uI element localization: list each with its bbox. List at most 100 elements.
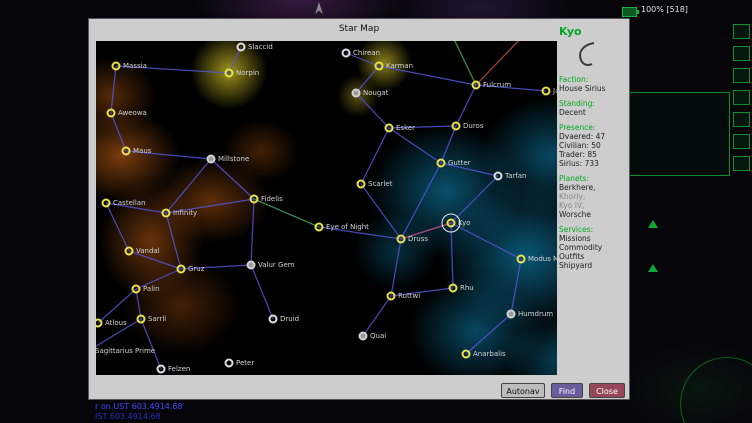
hyperlane	[466, 314, 511, 354]
hyperlane	[111, 66, 116, 113]
hud-slot[interactable]	[733, 46, 750, 61]
hyperlane	[166, 159, 211, 213]
map-system-label-maus: Maus	[133, 147, 151, 155]
hud-slot[interactable]	[733, 24, 750, 39]
hyperlane	[251, 199, 254, 265]
map-system-quai[interactable]	[359, 332, 368, 341]
map-system-esker[interactable]	[385, 124, 394, 133]
autonav-button[interactable]: Autonav	[501, 383, 545, 398]
hyperlane	[391, 239, 401, 296]
map-system-valur-gem[interactable]	[247, 261, 256, 270]
map-system-felzen[interactable]	[157, 365, 166, 374]
star-map-window: Star Map MassiaSlaccidNorpinChireanKarma…	[88, 18, 630, 400]
map-system-label-chirean: Chirean	[353, 49, 380, 57]
system-info-panel: Kyo Faction: House Sirius Standing: Dece…	[559, 25, 629, 270]
planet-entry: Kyo IV,	[559, 201, 629, 210]
map-system-label-fulcrum: Fulcrum	[483, 81, 511, 89]
hud-slot[interactable]	[733, 68, 750, 83]
map-system-maus[interactable]	[122, 147, 131, 156]
map-system-label-eye-of-night: Eye of Night	[326, 223, 369, 231]
service-entry: Outfits	[559, 252, 629, 261]
map-system-gruz[interactable]	[177, 265, 186, 274]
hyperlane	[441, 126, 456, 163]
map-system-label-infinity: Infinity	[173, 209, 197, 217]
map-system-karman[interactable]	[375, 62, 384, 71]
map-system-chirean[interactable]	[342, 49, 351, 58]
map-system-druid[interactable]	[269, 315, 278, 324]
map-system-eye-of-night[interactable]	[315, 223, 324, 232]
hud-slot[interactable]	[733, 134, 750, 149]
map-system-rhu[interactable]	[449, 284, 458, 293]
log-message-2: IST 603.4914.68	[95, 412, 161, 421]
map-system-label-jac: Jac	[553, 87, 557, 95]
map-system-atlous[interactable]	[96, 319, 103, 328]
map-system-duros[interactable]	[452, 122, 461, 131]
map-system-tarfan[interactable]	[494, 172, 503, 181]
hyperlane	[456, 85, 476, 126]
log-message-1: r on UST 603.4914.68	[95, 402, 183, 411]
map-system-fulcrum[interactable]	[472, 81, 481, 90]
close-button[interactable]: Close	[589, 383, 625, 398]
map-system-gutter[interactable]	[437, 159, 446, 168]
hud-slot[interactable]	[733, 112, 750, 127]
map-system-sarrli[interactable]	[137, 315, 146, 324]
hyperlane	[106, 203, 129, 251]
hyperlane	[141, 319, 161, 369]
presence-entry: Sirius: 733	[559, 159, 629, 168]
planets-list: Berkhere,Khorly,Kyo IV,Worsche	[559, 183, 629, 219]
map-system-anarbalis[interactable]	[462, 350, 471, 359]
map-system-humdrum[interactable]	[507, 310, 516, 319]
hyperlane	[451, 223, 521, 259]
map-system-vandal[interactable]	[125, 247, 134, 256]
map-system-label-tarfan: Tarfan	[505, 172, 526, 180]
map-system-label-millstone: Millstone	[218, 155, 249, 163]
map-system-ruttwi[interactable]	[387, 292, 396, 301]
hud-slot[interactable]	[733, 156, 750, 171]
window-title: Star Map	[89, 24, 629, 34]
map-system-label-valur-gem: Valur Gem	[258, 261, 295, 269]
hud-slot[interactable]	[733, 90, 750, 105]
map-system-infinity[interactable]	[162, 209, 171, 218]
map-system-jac[interactable]	[542, 87, 551, 96]
planet-entry: Worsche	[559, 210, 629, 219]
map-system-scarlet[interactable]	[357, 180, 366, 189]
map-system-aweowa[interactable]	[107, 109, 116, 118]
map-system-label-druss: Druss	[408, 235, 428, 243]
presence-label: Presence:	[559, 123, 629, 132]
player-ship-icon	[313, 2, 325, 14]
presence-entry: Civilian: 50	[559, 141, 629, 150]
map-system-modus-m[interactable]	[517, 255, 526, 264]
selected-system-name: Kyo	[559, 25, 629, 38]
hyperlane	[356, 93, 389, 128]
find-button[interactable]: Find	[551, 383, 583, 398]
map-system-label-nougat: Nougat	[363, 89, 388, 97]
star-map[interactable]: MassiaSlaccidNorpinChireanKarmanFulcrumJ…	[96, 41, 557, 375]
hyperlane	[166, 213, 181, 269]
map-system-label-karman: Karman	[386, 62, 413, 70]
map-system-massia[interactable]	[112, 62, 121, 71]
faction-label: Faction:	[559, 75, 629, 84]
map-system-label-rhu: Rhu	[460, 284, 474, 292]
game-screen: 100% [518] r on UST 603.4914.68 IST 603.…	[0, 0, 752, 423]
map-system-slaccid[interactable]	[237, 43, 246, 52]
service-entry: Shipyard	[559, 261, 629, 270]
map-system-palin[interactable]	[132, 285, 141, 294]
services-label: Services:	[559, 225, 629, 234]
map-system-label-scarlet: Scarlet	[368, 180, 392, 188]
map-system-label-sagittarius-prime: Sagittarius Prime	[96, 347, 155, 355]
map-system-millstone[interactable]	[207, 155, 216, 164]
map-system-fidelis[interactable]	[250, 195, 259, 204]
map-system-label-vandal: Vandal	[136, 247, 160, 255]
hyperlane	[251, 265, 273, 319]
hyperlane	[511, 259, 521, 314]
map-system-norpin[interactable]	[225, 69, 234, 78]
map-system-castellan[interactable]	[102, 199, 111, 208]
service-entry: Commodity	[559, 243, 629, 252]
map-system-label-fidelis: Fidelis	[261, 195, 283, 203]
map-system-nougat[interactable]	[352, 89, 361, 98]
hyperlane	[451, 223, 453, 288]
hyperlane	[211, 159, 254, 199]
map-system-peter[interactable]	[225, 359, 234, 368]
map-system-druss[interactable]	[397, 235, 406, 244]
planet-entry: Khorly,	[559, 192, 629, 201]
